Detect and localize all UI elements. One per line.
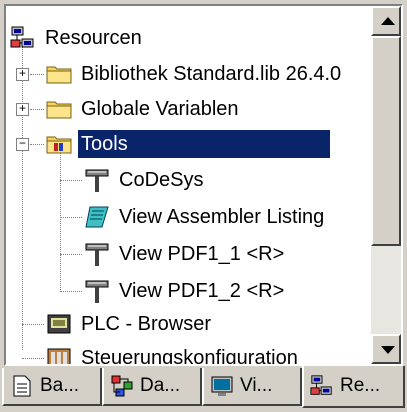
arrow-up-icon	[381, 17, 395, 25]
tab-visualisierungen[interactable]: Vi...	[202, 368, 302, 406]
expand-plus-icon[interactable]: +	[16, 103, 29, 116]
tab-label: Re...	[340, 375, 381, 396]
tree-line	[22, 358, 44, 359]
tab-ressourcen[interactable]: Re...	[302, 366, 405, 408]
tree-line	[60, 254, 82, 255]
config-icon	[46, 345, 72, 364]
folder-icon	[46, 96, 72, 122]
tree-item-label: Tools	[77, 129, 331, 159]
tree-item-label: View PDF1_2 <R>	[119, 280, 285, 302]
tree-line	[60, 180, 82, 181]
scroll-thumb[interactable]	[371, 36, 401, 246]
collapse-minus-icon[interactable]: −	[16, 138, 29, 151]
tree-item-codesys[interactable]: CoDeSys	[84, 162, 206, 198]
notebook-icon	[84, 204, 110, 230]
organizer-tabs: Ba... Da... Vi... Re...	[0, 366, 407, 412]
tab-bausteine[interactable]: Ba...	[2, 368, 102, 406]
hammer-icon	[84, 278, 110, 304]
tree-item-plc-browser[interactable]: PLC - Browser	[46, 306, 214, 342]
tree-item-resourcen[interactable]: Resourcen	[10, 20, 145, 56]
object-organizer-window: Resourcen + Bibliothek Standard.lib 26.4…	[0, 0, 407, 412]
tree-line	[30, 74, 44, 75]
resource-tree-panel: Resourcen + Bibliothek Standard.lib 26.4…	[4, 4, 403, 366]
vertical-scrollbar[interactable]	[371, 6, 401, 364]
tree-item-globale-variablen[interactable]: Globale Variablen	[46, 91, 242, 127]
tree-item-label: Steuerungskonfiguration	[81, 347, 298, 364]
tab-label: Da...	[140, 375, 181, 396]
resources-icon	[10, 25, 36, 51]
tools-folder-icon	[46, 131, 72, 157]
tree-item-view-pdf1-2[interactable]: View PDF1_2 <R>	[84, 273, 287, 309]
tree-item-view-pdf1-1[interactable]: View PDF1_1 <R>	[84, 236, 287, 272]
tree-item-label: Resourcen	[45, 27, 142, 49]
arrow-down-icon	[381, 346, 395, 354]
tree-line	[22, 40, 23, 350]
tree-item-bibliothek[interactable]: Bibliothek Standard.lib 26.4.0	[46, 56, 344, 92]
tab-label: Vi...	[240, 375, 273, 396]
tree-line	[22, 324, 44, 325]
tree-item-label: CoDeSys	[119, 169, 204, 191]
tree-item-label: PLC - Browser	[81, 313, 212, 335]
tree-line	[30, 109, 44, 110]
hammer-icon	[84, 241, 110, 267]
tree-item-label: Globale Variablen	[81, 98, 239, 120]
tab-label: Ba...	[40, 375, 80, 396]
tab-datentypen[interactable]: Da...	[102, 368, 202, 406]
tree-item-steuerungskonfiguration[interactable]: Steuerungskonfiguration	[46, 340, 301, 364]
tree-line	[30, 144, 44, 145]
tree-item-label: Bibliothek Standard.lib 26.4.0	[81, 63, 342, 85]
visualization-icon	[210, 374, 234, 398]
tree-line	[60, 291, 82, 292]
folder-icon	[46, 61, 72, 87]
tree-line	[60, 146, 61, 292]
expand-plus-icon[interactable]: +	[16, 68, 29, 81]
resource-tree: Resourcen + Bibliothek Standard.lib 26.4…	[6, 6, 373, 364]
tree-item-label: View PDF1_1 <R>	[119, 243, 285, 265]
scroll-down-button[interactable]	[371, 334, 401, 364]
tree-item-tools[interactable]: Tools	[46, 126, 331, 162]
hammer-icon	[84, 167, 110, 193]
plc-icon	[46, 311, 72, 337]
datatypes-icon	[110, 374, 134, 398]
document-icon	[10, 374, 34, 398]
resources-icon	[310, 374, 334, 398]
tree-line	[60, 217, 82, 218]
scroll-up-button[interactable]	[371, 6, 401, 36]
tree-item-view-assembler-listing[interactable]: View Assembler Listing	[84, 199, 327, 235]
tree-item-label: View Assembler Listing	[119, 206, 325, 228]
